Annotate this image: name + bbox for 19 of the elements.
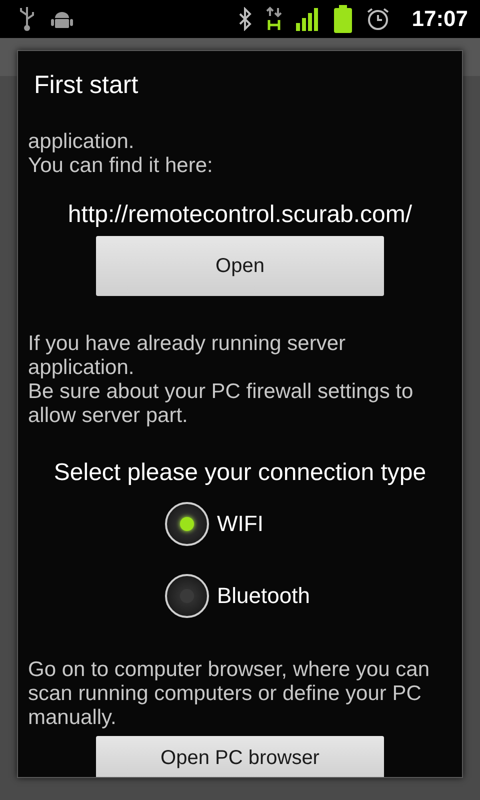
connection-heading: Select please your connection type <box>52 458 428 488</box>
server-note-text: If you have already running server application. Be sure about your PC firewall settings to allow server part. <box>28 332 414 428</box>
bluetooth-icon <box>238 7 252 31</box>
radio-label: WIFI <box>217 511 264 537</box>
alarm-clock-icon <box>366 7 390 31</box>
usb-icon <box>18 5 36 33</box>
open-button[interactable]: Open <box>96 236 384 296</box>
open-pc-browser-button[interactable]: Open PC browser <box>96 736 384 777</box>
dialog-title: First start <box>33 70 140 101</box>
signal-icon <box>296 7 320 31</box>
battery-icon <box>334 5 352 33</box>
radio-button[interactable] <box>165 574 209 618</box>
data-transfer-icon <box>266 6 282 32</box>
radio-button[interactable] <box>165 502 209 546</box>
clock-time: 17:07 <box>412 6 468 32</box>
radio-label: Bluetooth <box>217 583 310 609</box>
browser-note-text: Go on to computer browser, where you can scan running computers or define your PC manually. <box>28 658 431 730</box>
intro-text: application. You can find it here: <box>28 130 214 178</box>
website-url: http://remotecontrol.scurab.com/ <box>66 200 414 230</box>
